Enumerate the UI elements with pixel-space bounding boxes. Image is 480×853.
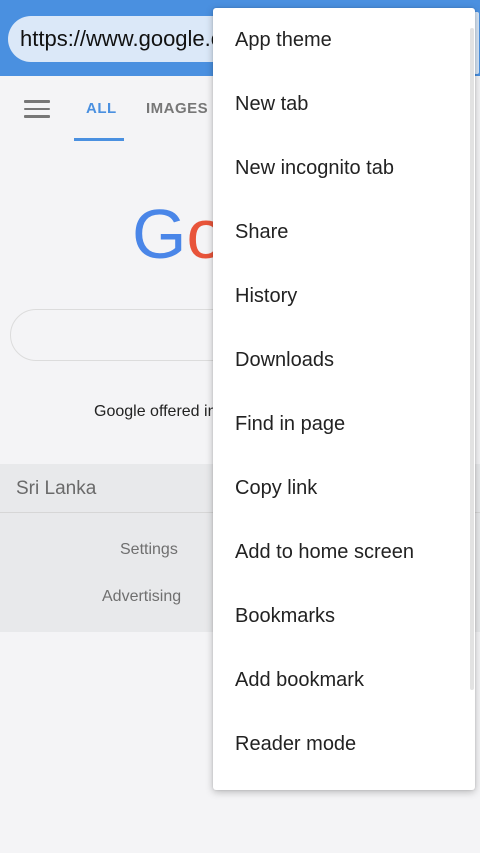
overflow-menu: App theme New tab New incognito tab Shar… — [213, 8, 475, 790]
menu-item-downloads[interactable]: Downloads — [213, 328, 475, 392]
menu-icon[interactable] — [24, 100, 50, 120]
country-label: Sri Lanka — [16, 478, 97, 499]
tab-all-underline — [74, 138, 124, 141]
menu-item-app-theme[interactable]: App theme — [213, 8, 475, 72]
menu-item-new-tab[interactable]: New tab — [213, 72, 475, 136]
menu-item-new-incognito-tab[interactable]: New incognito tab — [213, 136, 475, 200]
menu-scrollbar[interactable] — [470, 28, 474, 690]
offered-in-text: Google offered in: — [94, 403, 221, 420]
google-logo: Go — [132, 195, 226, 273]
menu-item-share[interactable]: Share — [213, 200, 475, 264]
menu-item-bookmarks[interactable]: Bookmarks — [213, 584, 475, 648]
advertising-link[interactable]: Advertising — [102, 588, 181, 606]
tab-all[interactable]: ALL — [86, 100, 117, 117]
settings-link[interactable]: Settings — [120, 541, 178, 559]
tab-images[interactable]: IMAGES — [146, 100, 208, 117]
menu-item-find-in-page[interactable]: Find in page — [213, 392, 475, 456]
menu-item-history[interactable]: History — [213, 264, 475, 328]
menu-item-reader-mode[interactable]: Reader mode — [213, 712, 475, 776]
menu-item-add-to-home-screen[interactable]: Add to home screen — [213, 520, 475, 584]
menu-item-add-bookmark[interactable]: Add bookmark — [213, 648, 475, 712]
menu-item-copy-link[interactable]: Copy link — [213, 456, 475, 520]
